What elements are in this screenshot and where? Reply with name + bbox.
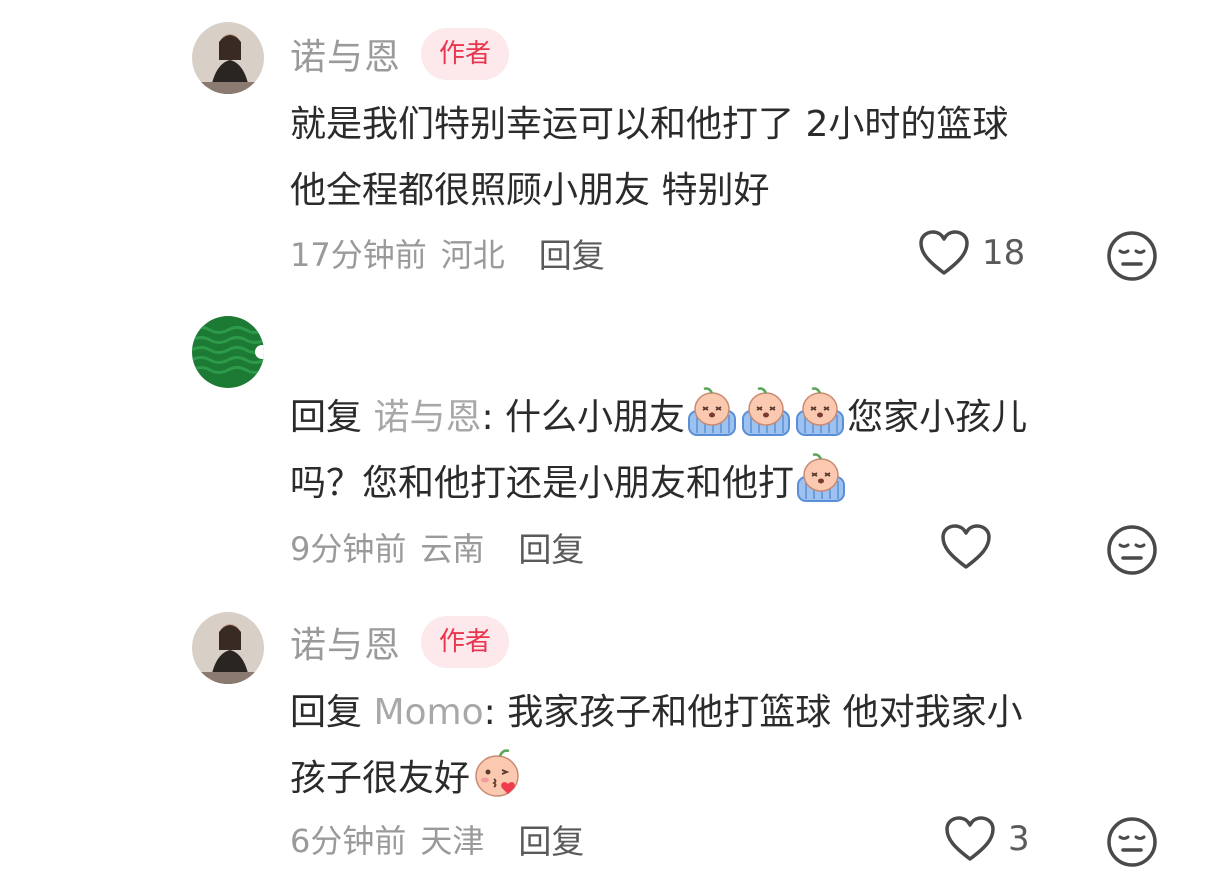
comment-line: 他全程都很照顾小朋友 特别好 — [290, 170, 770, 211]
comment-meta: 9分钟前 云南 回复 — [290, 522, 584, 572]
neutral-face-icon[interactable] — [1106, 230, 1158, 282]
avatar[interactable] — [192, 612, 264, 684]
comment-line: 吗？您和他打还是小朋友和他打 — [290, 451, 1150, 517]
name-row: 诺与恩 作者 — [290, 614, 510, 670]
like-button[interactable]: 18 — [918, 228, 1025, 278]
comment-meta: 6分钟前 天津 回复 — [290, 814, 584, 864]
comment-text: 回复 诺与恩: 什么小朋友 您家小孩儿 吗？您和他打还是小朋友和他打 — [290, 385, 1150, 517]
reply-button[interactable]: 回复 — [539, 229, 605, 277]
avatar[interactable] — [192, 316, 264, 388]
neutral-face-icon[interactable] — [1106, 816, 1158, 868]
username[interactable]: 诺与恩 — [290, 616, 401, 668]
comment-time: 9分钟前 — [290, 530, 407, 568]
like-button[interactable] — [940, 522, 992, 572]
crying-emoji — [685, 385, 739, 439]
comment-location: 天津 — [420, 822, 485, 860]
reply-button[interactable]: 回复 — [518, 523, 584, 571]
reply-prefix: 回复 — [290, 397, 363, 438]
comment-line: 孩子很友好 — [290, 746, 1150, 812]
heart-outline-icon — [940, 523, 992, 571]
author-badge: 作者 — [421, 28, 510, 80]
crying-emoji — [793, 385, 847, 439]
comment-line: 回复 Momo: 我家孩子和他打篮球 他对我家小 — [290, 680, 1150, 746]
crying-emoji — [794, 451, 848, 505]
reply-prefix: 回复 — [290, 692, 363, 733]
comment-line: 就是我们特别幸运可以和他打了 2小时的篮球 — [290, 104, 1009, 145]
comment-text-part: 吗？您和他打还是小朋友和他打 — [290, 463, 795, 504]
comment-location: 河北 — [440, 236, 505, 274]
comment-line: 回复 诺与恩: 什么小朋友 您家小孩儿 — [290, 385, 1150, 451]
comment-text-part: 您家小孩儿 — [847, 397, 1028, 438]
heart-outline-icon — [918, 229, 970, 277]
comment-text-part: 孩子很友好 — [290, 758, 471, 799]
name-row: 诺与恩 作者 — [290, 26, 510, 82]
heart-outline-icon — [944, 815, 996, 863]
comment-meta: 17分钟前 河北 回复 — [290, 228, 605, 278]
username[interactable]: 诺与恩 — [290, 28, 401, 80]
like-count: 18 — [982, 233, 1026, 273]
avatar[interactable] — [192, 22, 264, 94]
reply-target[interactable]: 诺与恩 — [373, 397, 481, 438]
comment-text-part: : 什么小朋友 — [481, 397, 686, 438]
like-button[interactable]: 3 — [944, 814, 1030, 864]
author-badge: 作者 — [421, 616, 510, 668]
comment-text: 回复 Momo: 我家孩子和他打篮球 他对我家小 孩子很友好 — [290, 680, 1150, 812]
like-count: 3 — [1008, 819, 1030, 859]
kissing-emoji — [470, 746, 524, 800]
comment-text-part: : 我家孩子和他打篮球 他对我家小 — [483, 692, 1023, 733]
reply-button[interactable]: 回复 — [518, 815, 584, 863]
crying-emoji — [739, 385, 793, 439]
comment-time: 17分钟前 — [290, 236, 427, 274]
neutral-face-icon[interactable] — [1106, 524, 1158, 576]
reply-target[interactable]: Momo — [373, 692, 483, 733]
comment-time: 6分钟前 — [290, 822, 407, 860]
comment-text: 就是我们特别幸运可以和他打了 2小时的篮球 他全程都很照顾小朋友 特别好 — [290, 92, 1150, 224]
comment-location: 云南 — [420, 530, 485, 568]
